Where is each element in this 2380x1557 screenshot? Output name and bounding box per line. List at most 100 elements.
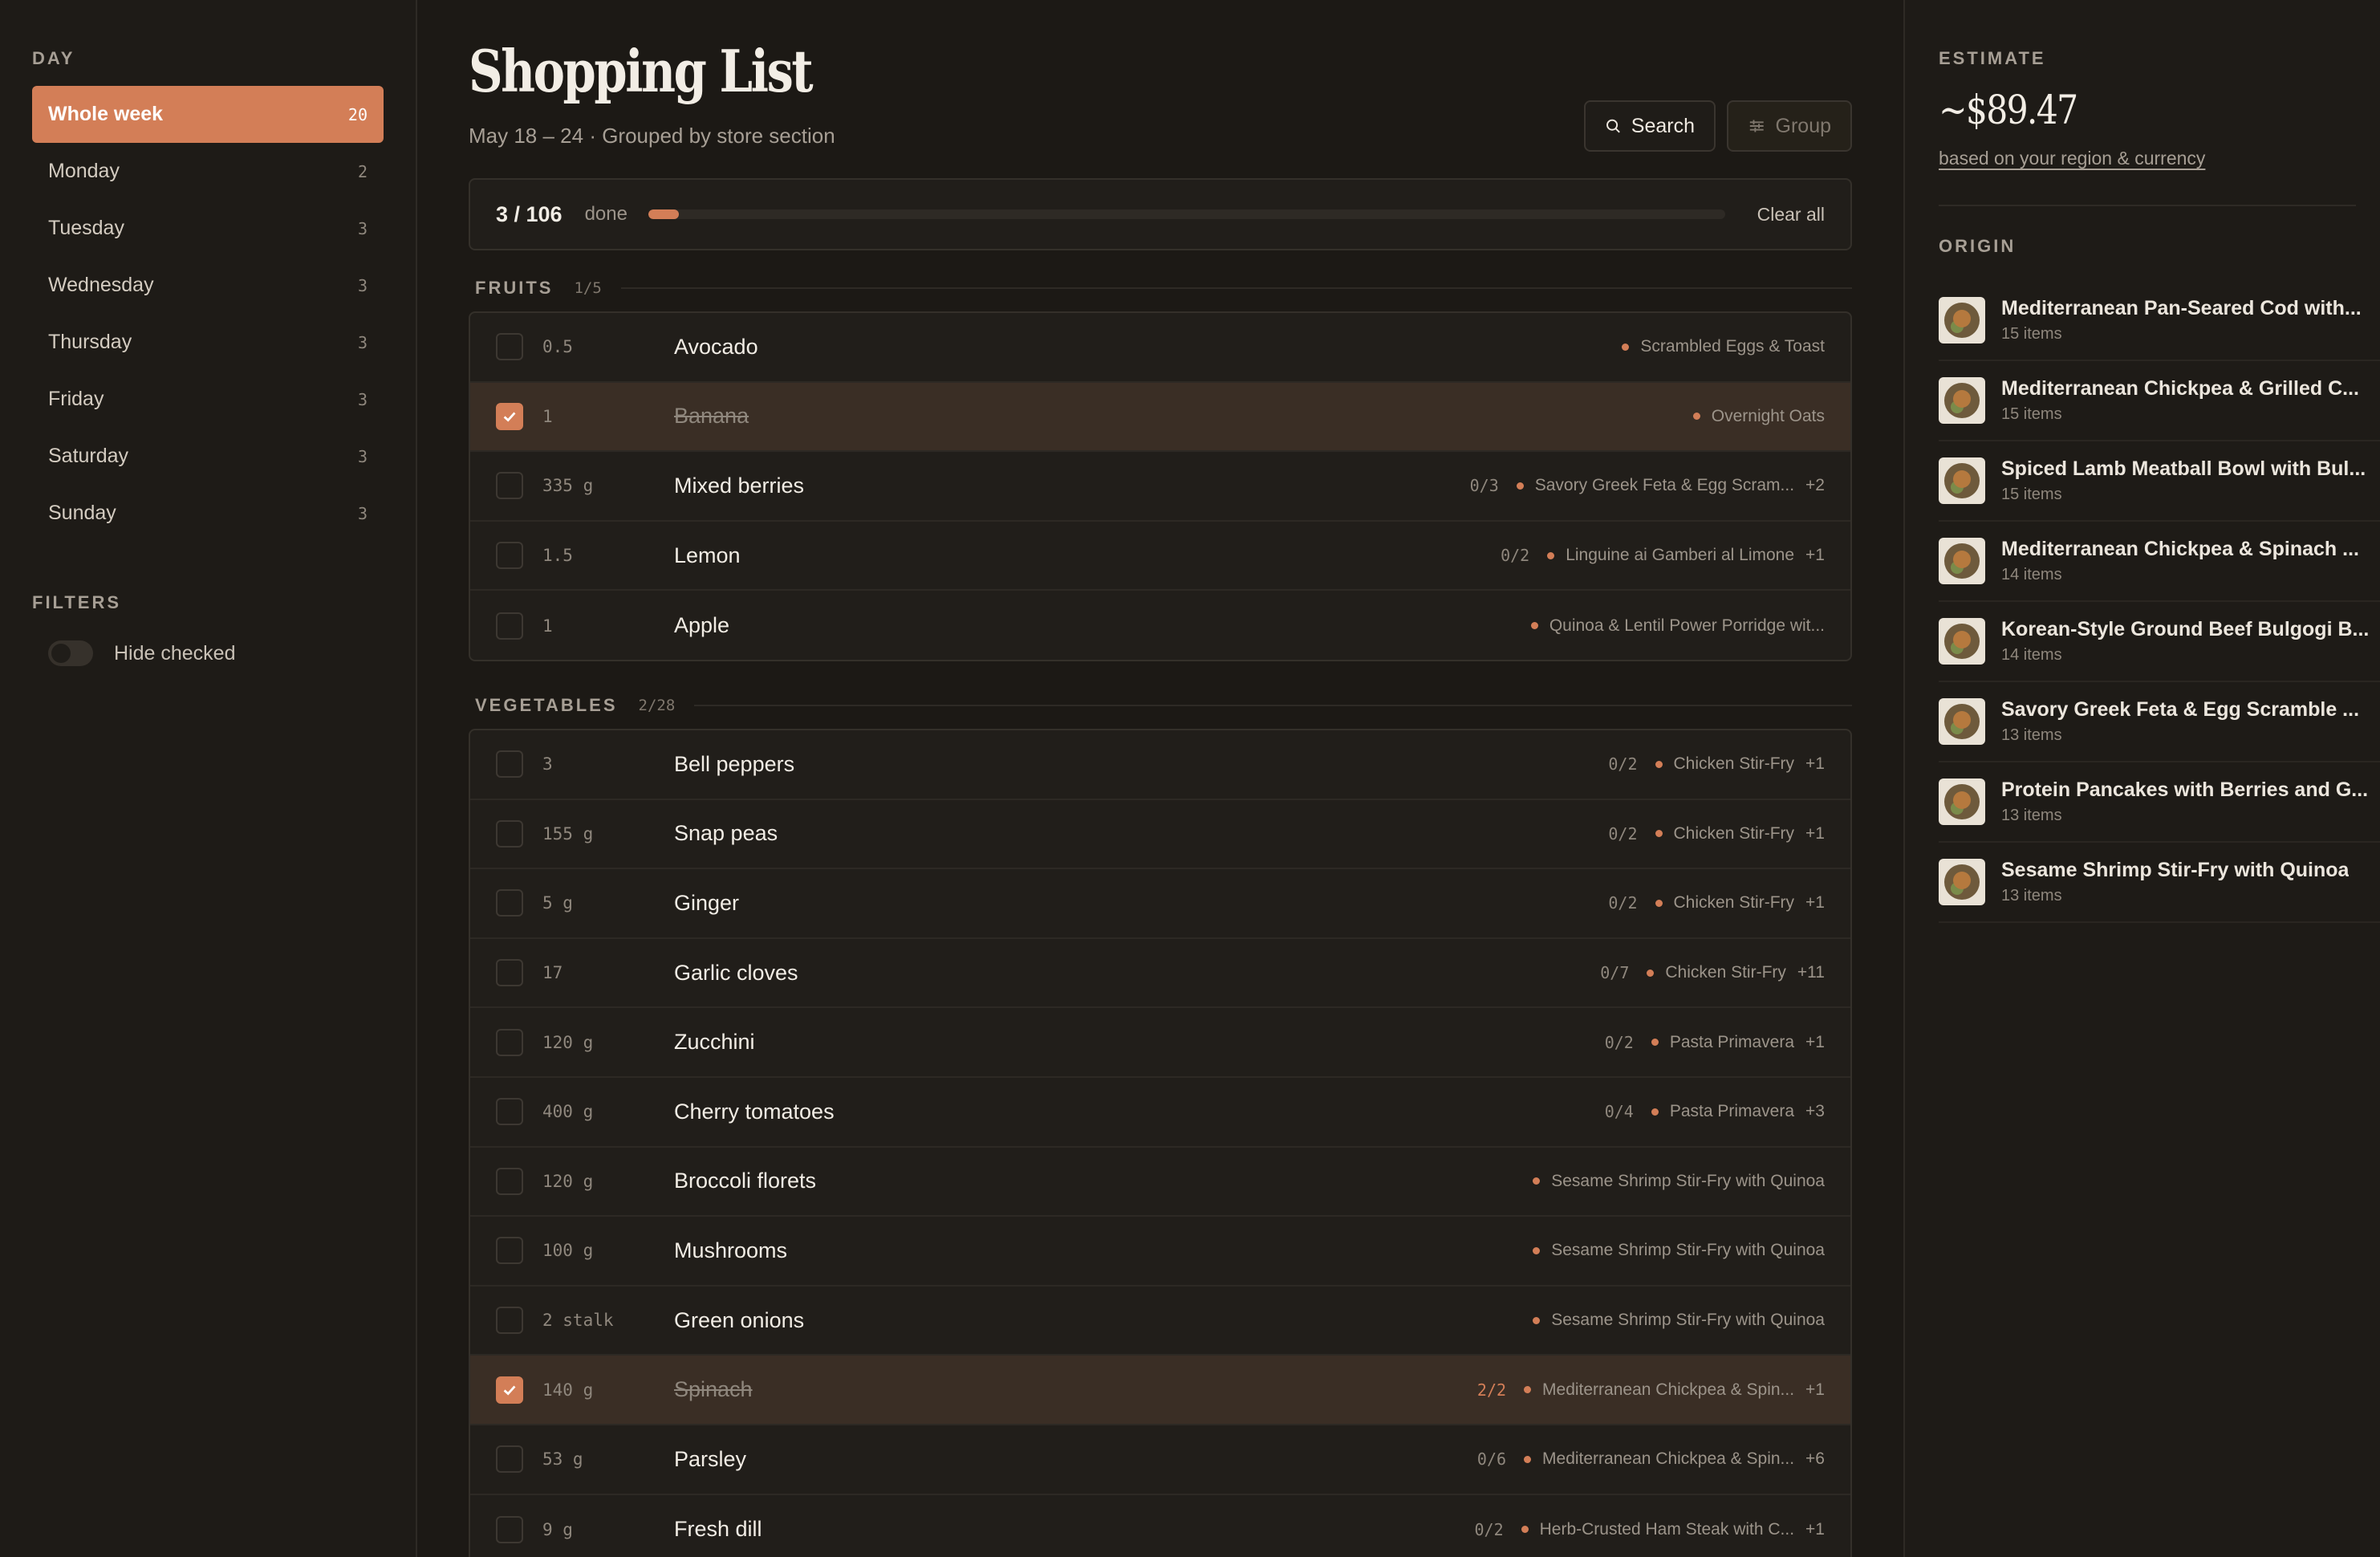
item-name: Mushrooms (674, 1238, 788, 1262)
item-recipe: Overnight Oats (1711, 406, 1825, 425)
item-name: Apple (674, 613, 730, 638)
search-button[interactable]: Search (1584, 100, 1716, 152)
item-extra-count[interactable]: +6 (1805, 1449, 1825, 1469)
origin-recipe-item[interactable]: Mediterranean Pan-Seared Cod with... 15 i… (1939, 281, 2380, 361)
list-item[interactable]: 3 Bell peppers 0/2 Chicken Stir-Fry +1 (470, 730, 1850, 800)
item-extra-count[interactable]: +1 (1805, 893, 1825, 913)
list-item[interactable]: 100 g Mushrooms Sesame Shrimp Stir-Fry wit… (470, 1217, 1850, 1287)
list-item[interactable]: 0.5 Avocado Scrambled Eggs & Toast (470, 313, 1850, 383)
item-extra-count[interactable]: +1 (1805, 1520, 1825, 1539)
item-checkbox[interactable] (496, 333, 523, 361)
origin-recipe-item[interactable]: Sesame Shrimp Stir-Fry with Quinoa 13 ite… (1939, 843, 2380, 923)
item-checkbox[interactable] (496, 1028, 523, 1056)
recipe-dot-icon (1533, 1177, 1541, 1185)
item-extra-count[interactable]: +1 (1805, 546, 1825, 565)
item-sources: Scrambled Eggs & Toast (1622, 337, 1825, 356)
check-icon (503, 1385, 516, 1396)
list-item[interactable]: 335 g Mixed berries 0/3 Savory Greek Feta &… (470, 452, 1850, 522)
item-recipe: Mediterranean Chickpea & Spin... (1542, 1380, 1795, 1399)
origin-recipe-item[interactable]: Spiced Lamb Meatball Bowl with Bul... 15 … (1939, 441, 2380, 522)
item-checkbox[interactable] (496, 542, 523, 570)
clear-all-button[interactable]: Clear all (1757, 204, 1825, 226)
list-item[interactable]: 9 g Fresh dill 0/2 Herb-Crusted Ham Steak w… (470, 1495, 1850, 1557)
day-item-tuesday[interactable]: Tuesday 3 (32, 200, 384, 257)
list-item[interactable]: 120 g Broccoli florets Sesame Shrimp Stir-… (470, 1148, 1850, 1218)
day-item-sunday[interactable]: Sunday 3 (32, 485, 384, 542)
item-recipe: Chicken Stir-Fry (1673, 893, 1795, 913)
item-extra-count[interactable]: +1 (1805, 1033, 1825, 1052)
list-item[interactable]: 1.5 Lemon 0/2 Linguine ai Gamberi al Limone… (470, 522, 1850, 591)
item-quantity: 1 (542, 406, 553, 426)
item-extra-count[interactable]: +1 (1805, 824, 1825, 844)
day-item-saturday[interactable]: Saturday 3 (32, 428, 384, 485)
origin-recipe-item[interactable]: Korean-Style Ground Beef Bulgogi B... 14 … (1939, 602, 2380, 682)
item-extra-count[interactable]: +11 (1797, 963, 1825, 982)
hide-checked-toggle[interactable] (48, 640, 93, 666)
origin-recipe-item[interactable]: Mediterranean Chickpea & Spinach ... 14 i… (1939, 522, 2380, 602)
item-ratio: 0/3 (1469, 476, 1499, 496)
item-sources: Sesame Shrimp Stir-Fry with Quinoa (1533, 1172, 1825, 1191)
recipe-item-count: 13 items (2001, 807, 2062, 824)
recipe-dot-icon (1530, 622, 1538, 630)
item-checkbox[interactable] (496, 959, 523, 987)
item-checkbox[interactable] (496, 402, 523, 430)
item-quantity: 400 g (542, 1102, 594, 1122)
recipe-thumbnail (1939, 538, 1985, 584)
item-checkbox[interactable] (496, 1445, 523, 1474)
day-item-friday[interactable]: Friday 3 (32, 371, 384, 428)
page-title: Shopping List (469, 37, 814, 105)
item-extra-count[interactable]: +2 (1805, 476, 1825, 495)
item-checkbox[interactable] (496, 750, 523, 778)
day-item-wednesday[interactable]: Wednesday 3 (32, 257, 384, 314)
recipe-item-count: 15 items (2001, 325, 2062, 343)
origin-recipe-item[interactable]: Mediterranean Chickpea & Grilled C... 15 … (1939, 361, 2380, 441)
list-item[interactable]: 5 g Ginger 0/2 Chicken Stir-Fry +1 (470, 869, 1850, 939)
item-name: Cherry tomatoes (674, 1099, 835, 1124)
item-checkbox[interactable] (496, 612, 523, 640)
recipe-item-count: 14 items (2001, 646, 2062, 664)
estimate-label: ESTIMATE (1939, 48, 2046, 68)
list-item[interactable]: 400 g Cherry tomatoes 0/4 Pasta Primavera +3 (470, 1078, 1850, 1148)
item-extra-count[interactable]: +3 (1805, 1102, 1825, 1121)
item-checkbox[interactable] (496, 472, 523, 500)
group-button[interactable]: Group (1727, 100, 1852, 152)
search-icon (1606, 119, 1620, 133)
origin-recipe-item[interactable]: Protein Pancakes with Berries and G... 13… (1939, 762, 2380, 843)
item-recipe: Pasta Primavera (1669, 1102, 1795, 1121)
day-item-monday[interactable]: Monday 2 (32, 143, 384, 200)
estimate-note-link[interactable]: based on your region & currency (1939, 148, 2205, 169)
item-checkbox[interactable] (496, 1307, 523, 1335)
hide-checked-filter: Hide checked (48, 640, 235, 666)
recipe-dot-icon (1647, 969, 1655, 977)
day-count: 3 (357, 218, 368, 238)
origin-recipe-item[interactable]: Savory Greek Feta & Egg Scramble ... 13 i… (1939, 682, 2380, 762)
item-extra-count[interactable]: +1 (1805, 1380, 1825, 1400)
recipe-title: Mediterranean Chickpea & Spinach ... (2001, 538, 2359, 560)
recipe-dot-icon (1521, 1526, 1529, 1534)
section-header-vegetables: VEGETABLES 2/28 (475, 695, 1852, 716)
section-name: VEGETABLES (475, 695, 618, 715)
item-checkbox[interactable] (496, 819, 523, 848)
list-item[interactable]: 1 Banana Overnight Oats (470, 382, 1850, 453)
section-progress: 1/5 (574, 279, 602, 297)
list-item[interactable]: 155 g Snap peas 0/2 Chicken Stir-Fry +1 (470, 800, 1850, 870)
day-item-thursday[interactable]: Thursday 3 (32, 314, 384, 371)
item-checkbox[interactable] (496, 1098, 523, 1126)
item-checkbox[interactable] (496, 1237, 523, 1265)
list-item[interactable]: 17 Garlic cloves 0/7 Chicken Stir-Fry +11 (470, 939, 1850, 1009)
item-extra-count[interactable]: +1 (1805, 754, 1825, 774)
list-item[interactable]: 1 Apple Quinoa & Lentil Power Porridge wit… (470, 591, 1850, 660)
item-ratio: 0/2 (1474, 1519, 1504, 1539)
item-checkbox[interactable] (496, 1167, 523, 1195)
item-ratio: 2/2 (1476, 1380, 1507, 1400)
list-item[interactable]: 120 g Zucchini 0/2 Pasta Primavera +1 (470, 1008, 1850, 1078)
list-item[interactable]: 2 stalk Green onions Sesame Shrimp Stir-Fr… (470, 1287, 1850, 1356)
progress-done-label: done (584, 203, 627, 225)
list-item[interactable]: 140 g Spinach 2/2 Mediterranean Chickpea & … (470, 1356, 1850, 1425)
item-checkbox[interactable] (496, 889, 523, 917)
day-item-whole-week[interactable]: Whole week 20 (32, 86, 384, 143)
item-checkbox[interactable] (496, 1376, 523, 1404)
item-checkbox[interactable] (496, 1515, 523, 1543)
shopping-list-main: Shopping List May 18 – 24 · Grouped by s… (469, 0, 1852, 1557)
list-item[interactable]: 53 g Parsley 0/6 Mediterranean Chickpea & S… (470, 1425, 1850, 1495)
